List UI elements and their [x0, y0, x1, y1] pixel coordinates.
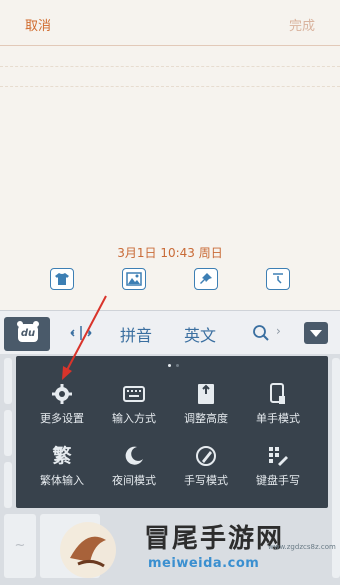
clock-icon[interactable]: [266, 268, 290, 290]
menu-item-label: 更多设置: [40, 412, 84, 425]
menu-item-label: 键盘手写: [256, 474, 300, 487]
english-mode-button[interactable]: 英文: [184, 322, 216, 346]
menu-item-keyboard-handwriting[interactable]: 键盘手写: [239, 444, 317, 504]
note-toolbar: [50, 268, 290, 294]
key[interactable]: [4, 462, 12, 508]
menu-item-more-settings[interactable]: 更多设置: [23, 382, 101, 442]
site-watermark: 冒尾手游网 www.zgdzcs8z.com meiweida.com: [48, 518, 340, 585]
cursor-move-icon[interactable]: [70, 324, 92, 342]
note-date: 3月1日 10:43 周日: [117, 246, 223, 260]
hide-keyboard-button[interactable]: [304, 322, 328, 344]
one-hand-icon: [270, 383, 285, 404]
page-dot-active: [168, 364, 171, 367]
moon-icon: [125, 446, 143, 465]
menu-item-label: 输入方式: [112, 412, 156, 425]
baidu-input-logo-button[interactable]: du: [4, 317, 50, 351]
tilde-key[interactable]: ~: [4, 514, 36, 578]
note-editor: 取消 完成 3月1日 10:43 周日: [0, 0, 340, 310]
watermark-title: 冒尾手游网: [144, 524, 285, 554]
menu-item-label: 繁体输入: [40, 474, 84, 487]
menu-item-traditional-input[interactable]: 繁 繁体输入: [23, 444, 101, 504]
menu-item-label: 夜间模式: [112, 474, 156, 487]
page-dot: [176, 364, 179, 367]
note-text-area[interactable]: [0, 47, 340, 237]
tshirt-icon[interactable]: [50, 268, 74, 290]
menu-item-handwriting-mode[interactable]: 手写模式: [167, 444, 245, 504]
keyboard-handwriting-icon: [269, 447, 288, 466]
page-indicator: [164, 364, 184, 368]
chevron-right-icon[interactable]: ›: [276, 324, 281, 338]
watermark-url: www.zgdzcs8z.com: [268, 543, 336, 551]
search-icon[interactable]: [252, 324, 270, 342]
traditional-chinese-icon: 繁: [52, 445, 72, 467]
pinyin-mode-button[interactable]: 拼音: [120, 322, 152, 346]
keyboard-icon: [123, 386, 145, 402]
keyboard-toolbar: du 拼音 英文 ›: [0, 310, 340, 354]
menu-item-label: 调整高度: [184, 412, 228, 425]
menu-item-adjust-height[interactable]: 调整高度: [167, 382, 245, 442]
du-logo-text: du: [18, 324, 38, 342]
pin-icon[interactable]: [194, 268, 218, 290]
cancel-button[interactable]: 取消: [25, 15, 51, 34]
keyboard-settings-menu: 更多设置 输入方式 调整高度 单手模式 繁 繁体输入 夜间模式 手写模式 键盘手…: [16, 356, 328, 508]
image-icon[interactable]: [122, 268, 146, 290]
key[interactable]: [4, 358, 12, 404]
handwriting-icon: [196, 446, 216, 466]
top-nav-bar: 取消 完成: [0, 0, 340, 46]
menu-item-label: 单手模式: [256, 412, 300, 425]
watermark-logo: [60, 522, 116, 578]
done-button[interactable]: 完成: [289, 15, 315, 34]
height-icon: [198, 384, 214, 404]
menu-item-night-mode[interactable]: 夜间模式: [95, 444, 173, 504]
menu-item-label: 手写模式: [184, 474, 228, 487]
key[interactable]: [4, 410, 12, 456]
menu-item-input-method[interactable]: 输入方式: [95, 382, 173, 442]
menu-item-one-hand-mode[interactable]: 单手模式: [239, 382, 317, 442]
watermark-subtitle: meiweida.com: [148, 556, 260, 571]
gear-icon: [52, 384, 72, 404]
